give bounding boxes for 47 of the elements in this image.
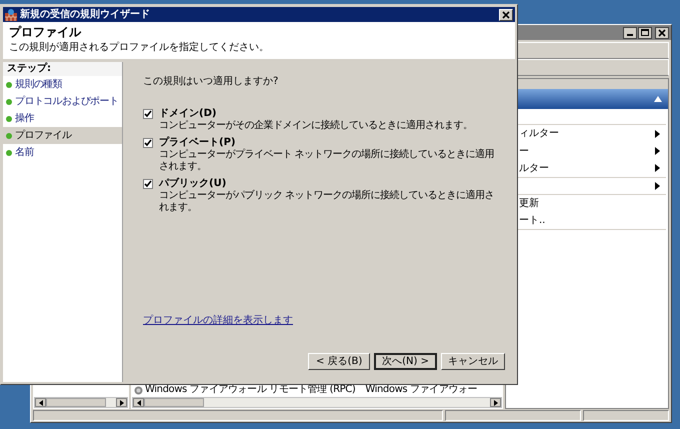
action-item[interactable]: ー	[519, 144, 529, 159]
step-item[interactable]: プロファイル	[3, 127, 122, 144]
step-dot-icon	[6, 82, 12, 88]
option-label: プライベート(P)	[159, 137, 236, 148]
rule-group: Windows ファイアウォー	[365, 384, 478, 396]
steps-heading: ステップ:	[3, 62, 122, 76]
action-item[interactable]: 更新	[519, 196, 539, 212]
checkbox[interactable]	[143, 179, 153, 189]
step-item[interactable]: 名前	[3, 144, 122, 161]
collapse-icon	[654, 96, 662, 102]
step-item[interactable]: 操作	[3, 110, 122, 127]
page-title: プロファイル	[9, 25, 82, 39]
page-subtitle: この規則が適用されるプロファイルを指定してください。	[9, 42, 270, 54]
scroll-left-icon	[36, 398, 44, 406]
step-dot-icon	[6, 150, 12, 156]
checkbox[interactable]	[143, 138, 153, 148]
option-label: パブリック(U)	[159, 178, 226, 190]
wizard-button[interactable]: キャンセル	[441, 353, 505, 370]
close-button[interactable]	[655, 26, 669, 38]
minimize-button[interactable]	[623, 26, 637, 38]
step-dot-icon	[6, 98, 12, 104]
step-item[interactable]: 規則の種類	[3, 76, 122, 93]
scroll-left-icon	[134, 398, 142, 406]
wizard-button[interactable]: < 戻る(B)	[308, 353, 370, 370]
horizontal-scrollbar[interactable]	[132, 397, 502, 408]
step-dot-icon	[6, 132, 12, 138]
action-item[interactable]: ィルター	[519, 126, 559, 142]
option-description: コンピューターがプライベート ネットワークの場所に接続しているときに適用されます。	[159, 149, 496, 173]
checkbox[interactable]	[143, 109, 153, 119]
option-description: コンピューターがパブリック ネットワークの場所に接続しているときに適用されます。	[159, 190, 496, 214]
action-item[interactable]: ルター	[519, 160, 549, 176]
close-icon	[658, 28, 666, 36]
wizard-button[interactable]: 次へ(N) >	[374, 353, 437, 370]
option-label: ドメイン(D)	[159, 108, 216, 120]
firewall-icon	[5, 8, 17, 20]
step-dot-icon	[6, 116, 12, 122]
horizontal-scrollbar[interactable]	[34, 397, 128, 408]
dialog-title: 新規の受信の規則ウイザード	[20, 10, 150, 20]
question-text: この規則はいつ適用しますか?	[143, 76, 280, 88]
profile-details-link[interactable]: プロファイルの詳細を表示します	[143, 315, 293, 327]
step-item[interactable]: プロトコルおよびポート	[3, 93, 122, 110]
maximize-button[interactable]	[638, 26, 652, 38]
action-item[interactable]: ート..	[519, 213, 546, 228]
scroll-right-icon	[118, 398, 126, 406]
option-description: コンピューターがその企業ドメインに接続しているときに適用されます。	[159, 120, 472, 132]
scroll-right-icon	[492, 398, 500, 406]
close-icon	[502, 10, 510, 18]
